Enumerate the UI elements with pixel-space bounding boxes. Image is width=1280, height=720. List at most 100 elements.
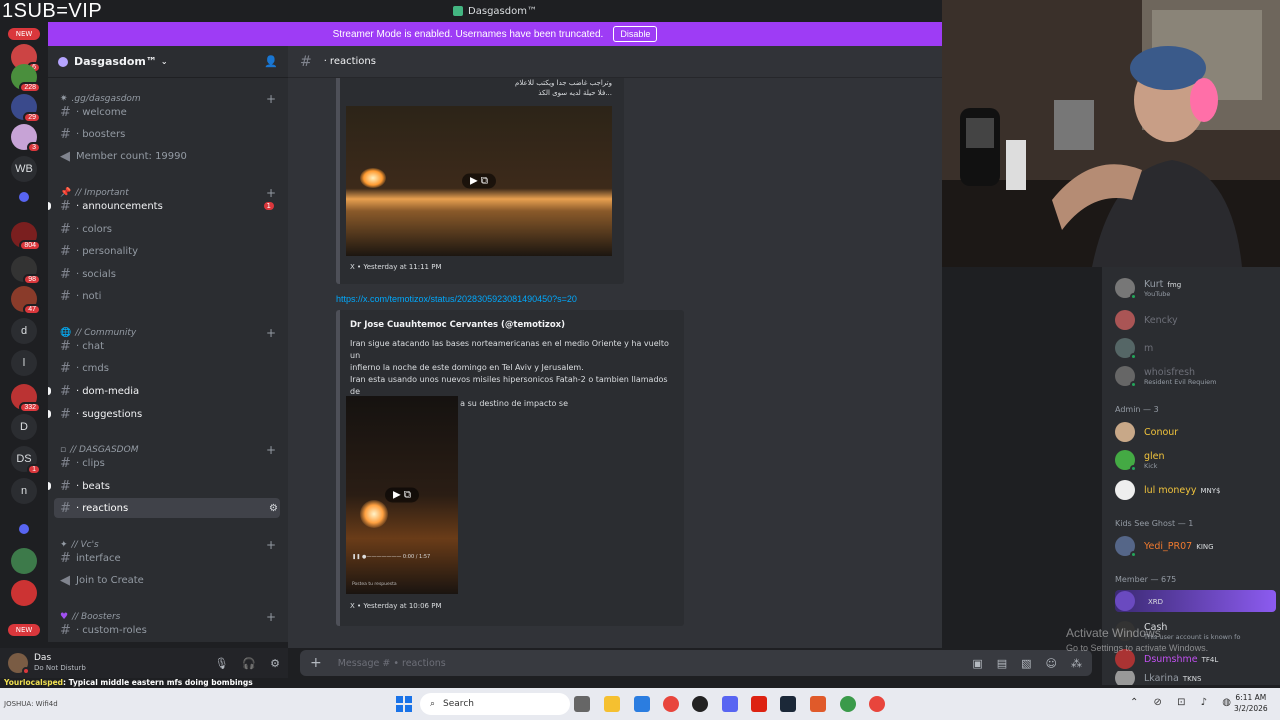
server-icon[interactable]: 3 <box>11 124 41 153</box>
gift-icon[interactable]: ▣ <box>972 657 982 670</box>
server-icon[interactable]: 98 <box>11 256 41 285</box>
member-avatar <box>1115 450 1137 472</box>
server-n[interactable]: n <box>11 478 37 504</box>
sticker-icon[interactable]: ▧ <box>1021 657 1031 670</box>
channel-custom-roles[interactable]: # · custom-roles <box>54 620 280 640</box>
channel-socials[interactable]: # · socials <box>54 264 280 284</box>
windows-start-icon[interactable] <box>396 696 412 712</box>
attach-plus-icon[interactable]: + <box>310 655 322 671</box>
apps-icon[interactable]: ⁂ <box>1071 657 1082 670</box>
new-pill-top[interactable]: NEW <box>8 28 40 40</box>
dnd-status-icon <box>22 667 30 675</box>
chrome-icon[interactable] <box>663 696 679 712</box>
member-row[interactable]: Yedi_PR07 KING <box>1115 535 1276 558</box>
channel-label: Member count: 19990 <box>76 150 187 162</box>
server-wb[interactable]: WB <box>11 156 37 182</box>
store-icon[interactable] <box>634 696 650 712</box>
folder-icon[interactable] <box>19 524 29 534</box>
folder-icon[interactable] <box>19 192 29 202</box>
guild-header[interactable]: Dasgasdom™ ⌄ 👤 <box>48 46 288 78</box>
member-row[interactable]: Kencky <box>1115 309 1276 331</box>
system-tray[interactable]: ⌃ ⊘ ⊡ ♪ ◍ <box>1130 697 1237 708</box>
message-composer[interactable]: + Message # • reactions ▣ ▤ ▧ ☺ ⁂ <box>300 650 1092 676</box>
new-pill-bottom[interactable]: NEW <box>8 624 40 636</box>
microphone-icon[interactable]: 🎙 <box>214 657 228 670</box>
embed-author[interactable]: Dr Jose Cuauhtemoc Cervantes (@temotizox… <box>350 320 565 330</box>
channel-beats[interactable]: # · beats <box>48 476 280 496</box>
embed-text: وتراجب غاضب جدا ويكتب للاعلام فلا حيلة ل… <box>515 78 612 98</box>
task-view-icon[interactable] <box>574 696 590 712</box>
discord-icon[interactable] <box>722 696 738 712</box>
emoji-icon[interactable]: ☺ <box>1046 657 1057 670</box>
file-explorer-icon[interactable] <box>604 696 620 712</box>
headphones-icon[interactable]: 🎧 <box>242 657 256 670</box>
server-icon[interactable]: 228 <box>11 64 41 93</box>
chrome-icon[interactable] <box>869 696 885 712</box>
play-icon[interactable]: ▶ ⧉ <box>461 173 497 189</box>
channel-member-count[interactable]: ◀ Member count: 19990 <box>54 146 280 166</box>
server-DS[interactable]: DS 1 <box>11 446 41 475</box>
user-info[interactable]: Das Do Not Disturb <box>34 653 86 673</box>
tweet-link[interactable]: https://x.com/temotizox/status/202830592… <box>336 294 577 304</box>
online-status-icon <box>1130 465 1137 472</box>
unread-indicator <box>48 202 51 210</box>
channel-colors[interactable]: # · colors <box>54 219 280 239</box>
gif-icon[interactable]: ▤ <box>997 657 1007 670</box>
avatar[interactable] <box>8 653 30 675</box>
app-icon[interactable] <box>810 696 826 712</box>
channel-welcome[interactable]: # · welcome <box>54 102 280 122</box>
gear-icon[interactable]: ⚙ <box>270 657 280 670</box>
taskbar-search[interactable]: ⌕ Search <box>420 693 570 715</box>
channel-chat[interactable]: # · chat <box>54 336 280 356</box>
member-row[interactable]: m <box>1115 337 1276 360</box>
channel-join-to-create[interactable]: ◀ Join to Create <box>54 570 280 590</box>
channel-interface[interactable]: # interface <box>54 548 280 568</box>
server-icon[interactable]: 332 <box>11 384 41 413</box>
add-user-icon[interactable]: 👤 <box>264 55 278 68</box>
video-controls[interactable]: ❚❚ ●——————— 0:00 / 1:57 <box>352 554 430 560</box>
channel-announcements[interactable]: # · announcements 1 <box>48 196 280 216</box>
channel-cmds[interactable]: # · cmds <box>54 358 280 378</box>
acrobat-icon[interactable] <box>751 696 767 712</box>
server-badge: 332 <box>19 402 41 413</box>
member-row[interactable]: whoisfresh Resident Evil Requiem <box>1115 365 1276 388</box>
member-name: Yedi_PR07 <box>1144 540 1193 552</box>
channel-suggestions[interactable]: # · suggestions <box>48 404 280 424</box>
channel-label: chat <box>82 340 105 352</box>
play-icon[interactable]: ▶ ⧉ <box>384 487 420 503</box>
channel-clips[interactable]: # · clips <box>54 453 280 473</box>
chrome-icon[interactable] <box>840 696 856 712</box>
taskbar-clock[interactable]: 6:11 AM 3/2/2026 <box>1234 692 1268 714</box>
stream-chat-ticker: Yourlocalsped: Typical middle eastern mf… <box>0 678 300 688</box>
server-icon[interactable]: 47 <box>11 286 41 315</box>
member-row[interactable]: glen Kick <box>1115 449 1276 472</box>
channel-label: dom-media <box>82 385 140 397</box>
member-row[interactable]: XRD <box>1115 590 1276 612</box>
video-player[interactable]: ▶ ⧉ ❚❚ ●——————— 0:00 / 1:57 Postea tu re… <box>346 396 458 594</box>
server-l[interactable]: l <box>11 350 37 376</box>
channel-settings-icon[interactable]: ⚙ <box>269 503 278 514</box>
channel-noti[interactable]: # · noti <box>54 286 280 306</box>
server-icon[interactable] <box>11 580 37 606</box>
server-D[interactable]: D <box>11 414 37 440</box>
embed-footer: X • Yesterday at 10:06 PM <box>350 602 442 610</box>
member-row[interactable]: Lkarina TKNS <box>1115 671 1276 685</box>
channel-label: boosters <box>82 128 126 140</box>
steam-icon[interactable] <box>780 696 796 712</box>
hash-icon: # <box>60 126 71 142</box>
member-row[interactable]: Conour <box>1115 421 1276 443</box>
server-icon[interactable]: 29 <box>11 94 41 123</box>
member-row[interactable]: Kurt fmg YouTube <box>1115 277 1276 300</box>
channel-boosters[interactable]: # · boosters <box>54 124 280 144</box>
channel-reactions[interactable]: # · reactions ⚙ <box>54 498 280 518</box>
server-icon[interactable]: 804 <box>11 222 41 251</box>
channel-personality[interactable]: # · personality <box>54 241 280 261</box>
member-row[interactable]: lul moneyy MNY$ <box>1115 479 1276 501</box>
app-icon[interactable] <box>692 696 708 712</box>
disable-button[interactable]: Disable <box>613 26 658 42</box>
video-player[interactable]: ▶ ⧉ <box>346 106 612 256</box>
server-icon[interactable] <box>11 548 37 574</box>
channel-dom-media[interactable]: # · dom-media <box>48 381 280 401</box>
member-avatar <box>1115 591 1135 611</box>
server-d[interactable]: d <box>11 318 37 344</box>
